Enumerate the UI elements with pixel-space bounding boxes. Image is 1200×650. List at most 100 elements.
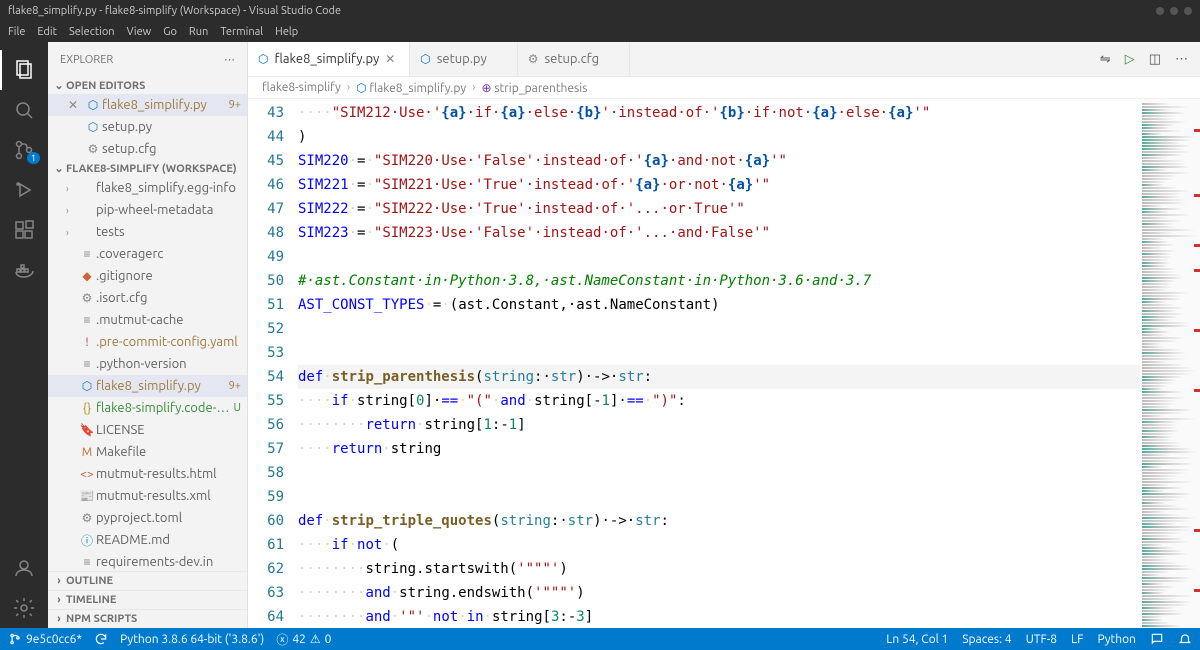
open-editors-section[interactable]: ⌄OPEN EDITORS — [48, 77, 247, 94]
status-position[interactable]: Ln 54, Col 1 — [886, 633, 948, 646]
activity-settings-icon[interactable] — [0, 588, 48, 628]
file-item[interactable]: ⚙pyproject.toml — [48, 507, 247, 529]
file-name: setup.cfg — [102, 142, 241, 156]
section-npm scripts[interactable]: ›NPM SCRIPTS — [48, 609, 247, 628]
file-item[interactable]: {}flake8-simplify.code-worksp…U — [48, 397, 247, 419]
activity-account-icon[interactable] — [0, 548, 48, 588]
file-icon: ≡ — [78, 555, 96, 569]
activity-scm-icon[interactable]: 1 — [0, 130, 48, 170]
folder-item[interactable]: ›flake8_simplify.egg-info — [48, 177, 247, 199]
file-name: mutmut-results.xml — [96, 489, 241, 503]
breadcrumb-item[interactable]: ⬡ flake8_simplify.py — [356, 81, 466, 95]
code-editor[interactable]: 4344454647484950515253545556575859606162… — [248, 99, 1200, 628]
activity-explorer-icon[interactable] — [0, 50, 48, 90]
file-item[interactable]: ⓘREADME.md — [48, 529, 247, 551]
status-spaces[interactable]: Spaces: 4 — [962, 633, 1011, 646]
file-item[interactable]: ⚙.isort.cfg — [48, 287, 247, 309]
folder-item[interactable]: ›pip-wheel-metadata — [48, 199, 247, 221]
file-item[interactable]: ≡.mutmut-cache — [48, 309, 247, 331]
menu-selection[interactable]: Selection — [69, 26, 115, 38]
file-item[interactable]: ≡.coveragerc — [48, 243, 247, 265]
tab[interactable]: ⬡setup.py — [410, 42, 517, 76]
file-icon: <> — [78, 468, 96, 481]
code-content[interactable]: ····"SIM212·Use·'{a}·if·{a}·else·{b}'·in… — [298, 99, 1140, 628]
file-name: pip-wheel-metadata — [96, 203, 241, 217]
menu-go[interactable]: Go — [163, 26, 177, 38]
activity-debug-icon[interactable] — [0, 170, 48, 210]
file-item[interactable]: 🔖LICENSE — [48, 419, 247, 441]
breadcrumb-item[interactable]: flake8-simplify — [262, 81, 341, 94]
close-icon[interactable]: ✕ — [385, 52, 399, 66]
file-name: setup.py — [102, 120, 241, 134]
menu-view[interactable]: View — [127, 26, 152, 38]
scm-badge: 9+ — [229, 380, 241, 392]
more-icon[interactable]: ⋯ — [224, 53, 235, 66]
file-name: pyproject.toml — [96, 511, 241, 525]
file-name: flake8_simplify.py — [102, 98, 229, 112]
chevron-icon: › — [66, 227, 78, 238]
workspace-section[interactable]: ⌄FLAKE8-SIMPLIFY (WORKSPACE) — [48, 160, 247, 177]
file-icon: ≡ — [78, 357, 96, 371]
menu-help[interactable]: Help — [275, 26, 298, 38]
file-icon: 📰 — [78, 489, 96, 503]
file-name: .python-version — [96, 357, 241, 371]
file-item[interactable]: ≡.python-version — [48, 353, 247, 375]
file-name: .gitignore — [96, 269, 241, 283]
file-item[interactable]: !.pre-commit-config.yaml — [48, 331, 247, 353]
file-item[interactable]: ≡requirements-dev.in — [48, 551, 247, 571]
tab[interactable]: ⬡flake8_simplify.py✕ — [248, 42, 410, 76]
scm-badge: U — [233, 402, 241, 414]
status-bell-icon[interactable] — [1178, 632, 1192, 646]
compare-icon[interactable]: ⇋ — [1100, 52, 1111, 67]
editor-area: ⬡flake8_simplify.py✕⬡setup.py⚙setup.cfg⇋… — [248, 42, 1200, 628]
breadcrumb[interactable]: flake8-simplify›⬡ flake8_simplify.py›⊕ s… — [248, 77, 1200, 99]
open-editor-item[interactable]: ✕⬡flake8_simplify.py9+ — [48, 94, 247, 116]
tab-label: flake8_simplify.py — [274, 52, 379, 66]
file-icon: ⬡ — [84, 120, 102, 134]
menu-file[interactable]: File — [8, 26, 25, 38]
more-icon[interactable]: ⋯ — [1175, 52, 1188, 67]
status-sync-icon[interactable] — [94, 632, 108, 646]
status-encoding[interactable]: UTF-8 — [1026, 633, 1057, 646]
activity-search-icon[interactable] — [0, 90, 48, 130]
file-name: README.md — [96, 533, 241, 547]
breadcrumb-item[interactable]: ⊕ strip_parenthesis — [482, 81, 588, 95]
file-item[interactable]: 📰mutmut-results.xml — [48, 485, 247, 507]
file-name: .coveragerc — [96, 247, 241, 261]
status-language[interactable]: Python — [1097, 633, 1136, 646]
status-eol[interactable]: LF — [1071, 633, 1083, 646]
file-item[interactable]: <>mutmut-results.html — [48, 463, 247, 485]
status-python[interactable]: Python 3.8.6 64-bit ('3.8.6') — [120, 633, 264, 646]
activity-extensions-icon[interactable] — [0, 210, 48, 250]
status-branch[interactable]: 9e5c0cc6* — [8, 632, 82, 646]
section-outline[interactable]: ›OUTLINE — [48, 571, 247, 590]
file-name: requirements-dev.in — [96, 555, 241, 569]
activity-docker-icon[interactable] — [0, 250, 48, 290]
menu-run[interactable]: Run — [189, 26, 208, 38]
folder-item[interactable]: › tests — [48, 221, 247, 243]
scm-badge: 1 — [27, 152, 40, 164]
split-icon[interactable]: ◫ — [1149, 52, 1161, 67]
section-timeline[interactable]: ›TIMELINE — [48, 590, 247, 609]
status-feedback-icon[interactable] — [1150, 632, 1164, 646]
close-icon[interactable]: ✕ — [68, 98, 84, 112]
file-icon: ⚙ — [78, 291, 96, 305]
file-name: tests — [96, 225, 241, 239]
menu-edit[interactable]: Edit — [37, 26, 57, 38]
file-name: flake8-simplify.code-worksp… — [96, 401, 233, 415]
file-item[interactable]: ◆.gitignore — [48, 265, 247, 287]
activity-bar: 1 — [0, 42, 48, 628]
minimap[interactable] — [1140, 99, 1200, 628]
menu-terminal[interactable]: Terminal — [220, 26, 263, 38]
file-icon: {} — [78, 402, 96, 415]
open-editor-item[interactable]: ⬡setup.py — [48, 116, 247, 138]
file-item[interactable]: ⬡flake8_simplify.py9+ — [48, 375, 247, 397]
file-item[interactable]: MMakefile — [48, 441, 247, 463]
open-editor-item[interactable]: ⚙setup.cfg — [48, 138, 247, 160]
status-problems[interactable]: ⓧ 42 ⚠ 0 — [276, 631, 331, 648]
window-controls[interactable] — [1156, 7, 1192, 15]
file-name: .isort.cfg — [96, 291, 241, 305]
tab[interactable]: ⚙setup.cfg — [518, 42, 630, 76]
run-icon[interactable]: ▷ — [1125, 52, 1135, 67]
file-name: flake8_simplify.egg-info — [96, 181, 241, 195]
